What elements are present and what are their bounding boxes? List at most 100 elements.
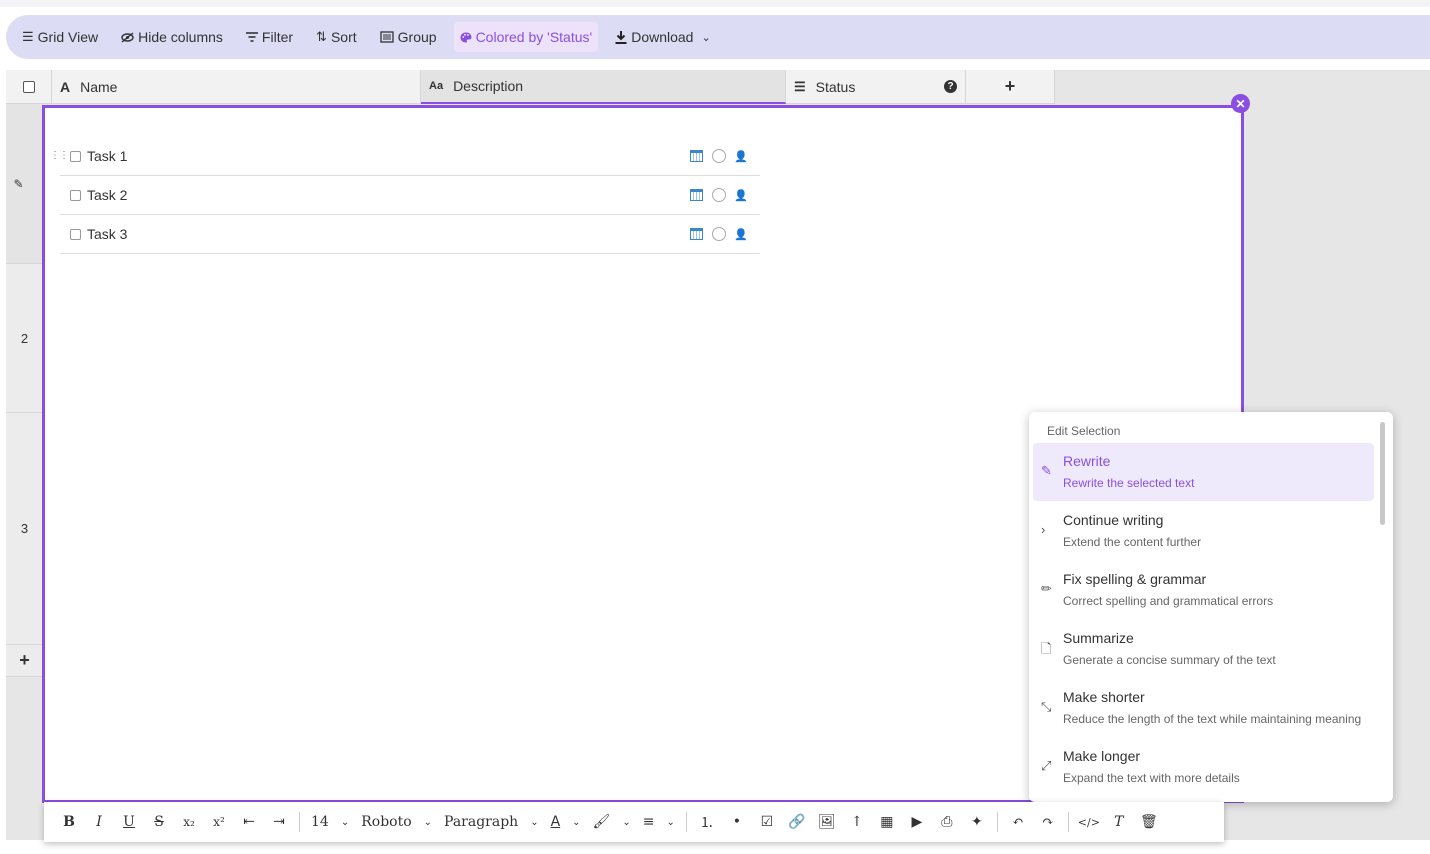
sort-button[interactable]: ⇅ Sort xyxy=(310,22,363,52)
assignee-icon[interactable]: 👤 xyxy=(734,228,748,241)
menu-item-summarize[interactable]: 🗋 Summarize Generate a concise summary o… xyxy=(1033,620,1374,678)
menu-icon: ☰ xyxy=(22,29,34,44)
add-column-button[interactable]: + xyxy=(966,70,1055,104)
priority-icon[interactable] xyxy=(712,149,727,163)
row-2-number: 2 xyxy=(6,264,43,413)
menu-item-title: Fix spelling & grammar xyxy=(1063,571,1207,587)
indent-icon[interactable]: ⇥ xyxy=(264,814,294,830)
menu-item-rewrite[interactable]: ✎ Rewrite Rewrite the selected text xyxy=(1033,443,1374,501)
task-checkbox[interactable] xyxy=(70,228,81,240)
undo-icon[interactable]: ↶ xyxy=(1003,814,1033,830)
text-color-select[interactable]: A ⌄ xyxy=(545,814,587,830)
video-icon[interactable]: ▶ xyxy=(902,814,932,830)
top-strip xyxy=(0,0,1430,7)
align-select[interactable]: ≡ ⌄ xyxy=(637,814,681,830)
calendar-icon[interactable] xyxy=(690,189,704,201)
highlight-color-select[interactable]: 🖌 ⌄ xyxy=(587,814,637,830)
grid-view-button[interactable]: ☰ Grid View xyxy=(16,22,104,52)
hide-columns-button[interactable]: Hide columns xyxy=(115,22,229,52)
column-description-label: Description xyxy=(453,78,524,94)
underline-icon[interactable]: U xyxy=(114,814,144,830)
task-label: Task 2 xyxy=(87,187,128,203)
sort-icon: ⇅ xyxy=(316,29,327,44)
row-3-number: 3 xyxy=(6,413,43,645)
row-1-handle[interactable]: ✎ xyxy=(6,104,43,264)
table-icon[interactable]: ▦ xyxy=(872,814,902,830)
palette-icon xyxy=(460,32,472,43)
document-icon: 🗋 xyxy=(1041,641,1052,656)
group-button[interactable]: Group xyxy=(374,22,443,52)
task-label: Task 1 xyxy=(87,148,128,164)
image-icon[interactable]: 🖼 xyxy=(812,814,842,830)
print-icon[interactable]: ⎙ xyxy=(932,814,962,830)
subscript-icon[interactable]: x₂ xyxy=(174,815,204,829)
menu-item-make-shorter[interactable]: ⤡ Make shorter Reduce the length of the … xyxy=(1033,679,1374,737)
task-item[interactable]: Task 1 👤 xyxy=(60,137,760,176)
download-button[interactable]: Download ⌄ xyxy=(609,22,716,52)
menu-item-make-longer[interactable]: ⤢ Make longer Expand the text with more … xyxy=(1033,738,1374,796)
menu-item-fix-spelling[interactable]: ✏ Fix spelling & grammar Correct spellin… xyxy=(1033,561,1374,619)
grid-view-label: Grid View xyxy=(37,29,99,45)
filter-button[interactable]: Filter xyxy=(240,22,299,52)
sort-label: Sort xyxy=(330,29,357,45)
outdent-icon[interactable]: ⇤ xyxy=(234,814,264,830)
menu-heading: Edit Selection xyxy=(1047,424,1121,438)
menu-item-continue-writing[interactable]: › Continue writing Extend the content fu… xyxy=(1033,502,1374,560)
menu-item-desc: Extend the content further xyxy=(1063,535,1202,549)
font-size-select[interactable]: 14 ⌄ xyxy=(305,814,355,830)
task-checkbox[interactable] xyxy=(70,189,81,201)
priority-icon[interactable] xyxy=(712,227,727,241)
redo-icon[interactable]: ↷ xyxy=(1033,814,1063,830)
bold-icon[interactable]: B xyxy=(54,814,84,830)
menu-item-title: Make shorter xyxy=(1063,689,1145,705)
priority-icon[interactable] xyxy=(712,188,727,202)
list-icon: ☰ xyxy=(794,78,806,94)
edit-icon[interactable]: ✎ xyxy=(13,177,23,191)
trash-icon[interactable]: 🗑 xyxy=(1134,814,1164,830)
assignee-icon[interactable]: 👤 xyxy=(734,150,748,163)
ai-sparkle-icon[interactable]: ✦ xyxy=(962,814,992,830)
assignee-icon[interactable]: 👤 xyxy=(734,189,748,202)
column-header-status[interactable]: ☰ Status ? xyxy=(786,70,966,104)
column-header-description[interactable]: Aa Description xyxy=(421,70,786,104)
font-size-value: 14 xyxy=(311,814,329,830)
column-header-name[interactable]: A Name xyxy=(52,70,421,104)
checklist-icon[interactable]: ☑ xyxy=(752,814,782,830)
task-item[interactable]: Task 3 👤 xyxy=(60,215,760,254)
chevron-down-icon: ⌄ xyxy=(530,816,539,828)
chevron-down-icon: ⌄ xyxy=(340,816,350,828)
task-checkbox[interactable] xyxy=(70,150,81,162)
font-family-select[interactable]: Roboto ⌄ xyxy=(355,814,438,830)
pencil-icon: ✏ xyxy=(1041,581,1052,596)
menu-item-title: Make longer xyxy=(1063,748,1141,764)
upload-icon[interactable]: ↑ xyxy=(842,814,872,830)
task-item[interactable]: Task 2 👤 xyxy=(60,176,760,215)
superscript-icon[interactable]: x² xyxy=(204,815,234,829)
code-view-icon[interactable]: </> xyxy=(1074,816,1104,829)
chevron-down-icon: ⌄ xyxy=(701,31,711,44)
select-all-checkbox[interactable] xyxy=(22,80,35,93)
bullet-list-icon[interactable]: • xyxy=(722,814,752,830)
link-icon[interactable]: 🔗 xyxy=(782,814,812,830)
numbered-list-icon[interactable]: ⒈ xyxy=(692,812,722,832)
menu-item-title: Summarize xyxy=(1063,630,1134,646)
clear-format-icon[interactable]: T xyxy=(1104,814,1134,830)
strikethrough-icon[interactable]: S xyxy=(144,814,174,830)
colored-by-button[interactable]: Colored by 'Status' xyxy=(453,22,599,52)
download-icon xyxy=(615,30,627,44)
hide-columns-label: Hide columns xyxy=(138,29,223,45)
eye-off-icon xyxy=(121,31,134,43)
block-format-select[interactable]: Paragraph ⌄ xyxy=(438,814,545,830)
editor-toolbar: B I U S x₂ x² ⇤ ⇥ 14 ⌄ Roboto ⌄ Paragrap… xyxy=(44,802,1224,842)
italic-icon[interactable]: I xyxy=(84,814,114,830)
calendar-icon[interactable] xyxy=(690,150,704,162)
filter-label: Filter xyxy=(261,29,294,45)
menu-scrollbar[interactable] xyxy=(1380,422,1385,525)
calendar-icon[interactable] xyxy=(690,228,704,240)
column-status-label: Status xyxy=(815,78,856,95)
help-icon[interactable]: ? xyxy=(944,80,957,93)
close-icon[interactable]: ✕ xyxy=(1231,94,1250,113)
chevron-down-icon: ⌄ xyxy=(423,816,433,828)
select-all-header[interactable] xyxy=(6,70,52,104)
add-row-button[interactable]: + xyxy=(6,645,43,677)
